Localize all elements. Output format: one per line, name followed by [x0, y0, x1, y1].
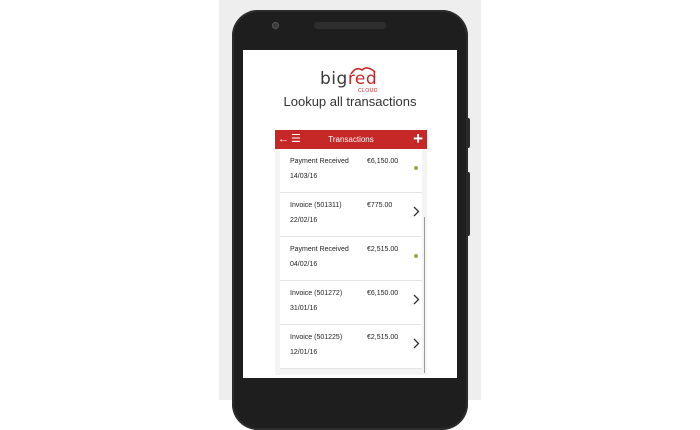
stage: bigred CLOUD Lookup all transactions ← ☰… — [0, 0, 700, 430]
transaction-date: 14/03/16 — [290, 173, 318, 180]
transaction-amount: €775.00 — [367, 202, 393, 209]
transactions-list: Payment Received 14/03/16 €6,150.00 Invo… — [280, 149, 422, 369]
page-title: Lookup all transactions — [283, 94, 417, 109]
app-window: ← ☰ Transactions + Payment Received 14/0… — [275, 130, 427, 375]
chevron-right-icon[interactable] — [413, 294, 420, 305]
transaction-date: 31/01/16 — [290, 305, 318, 312]
chevron-right-icon[interactable] — [413, 338, 420, 349]
transaction-label: Payment Received — [290, 158, 349, 165]
transaction-amount: €2,515.00 — [367, 334, 399, 341]
logo-wordmark: bigred — [320, 70, 377, 88]
transaction-date: 22/02/16 — [290, 217, 318, 224]
toolbar-title: Transactions — [328, 135, 374, 144]
scrollbar[interactable] — [424, 217, 425, 373]
transaction-amount: €2,515.00 — [367, 246, 399, 253]
status-dot — [414, 254, 418, 258]
add-icon[interactable]: + — [413, 130, 423, 148]
bigred-cloud-logo: bigred CLOUD — [243, 66, 457, 97]
transaction-label: Invoice (501272) — [290, 290, 343, 297]
transaction-row[interactable]: Payment Received 14/03/16 €6,150.00 — [280, 149, 422, 193]
transaction-label: Invoice (501225) — [290, 334, 343, 341]
transaction-label: Payment Received — [290, 246, 349, 253]
transaction-date: 04/02/16 — [290, 261, 318, 268]
logo-mark: bigred CLOUD — [320, 66, 380, 94]
transaction-row[interactable]: Invoice (501272) 31/01/16 €6,150.00 — [280, 281, 422, 325]
logo-word-big: big — [320, 69, 348, 89]
camera-icon — [272, 22, 279, 29]
transaction-label: Invoice (501311) — [290, 202, 342, 209]
logo-word-red: red — [347, 69, 378, 89]
transaction-row[interactable]: Payment Received 04/02/16 €2,515.00 — [280, 237, 422, 281]
transaction-amount: €6,150.00 — [367, 290, 399, 297]
status-dot — [414, 166, 418, 170]
transaction-amount: €6,150.00 — [367, 158, 399, 165]
power-button — [466, 118, 470, 148]
speaker-grille — [314, 22, 386, 29]
volume-button — [466, 172, 470, 236]
chevron-right-icon[interactable] — [413, 206, 420, 217]
transaction-row[interactable]: Invoice (501225) 12/01/16 €2,515.00 — [280, 325, 422, 369]
transaction-row[interactable]: Invoice (501311) 22/02/16 €775.00 — [280, 193, 422, 237]
transaction-date: 12/01/16 — [290, 349, 318, 356]
app-toolbar: ← ☰ Transactions + — [275, 130, 427, 149]
